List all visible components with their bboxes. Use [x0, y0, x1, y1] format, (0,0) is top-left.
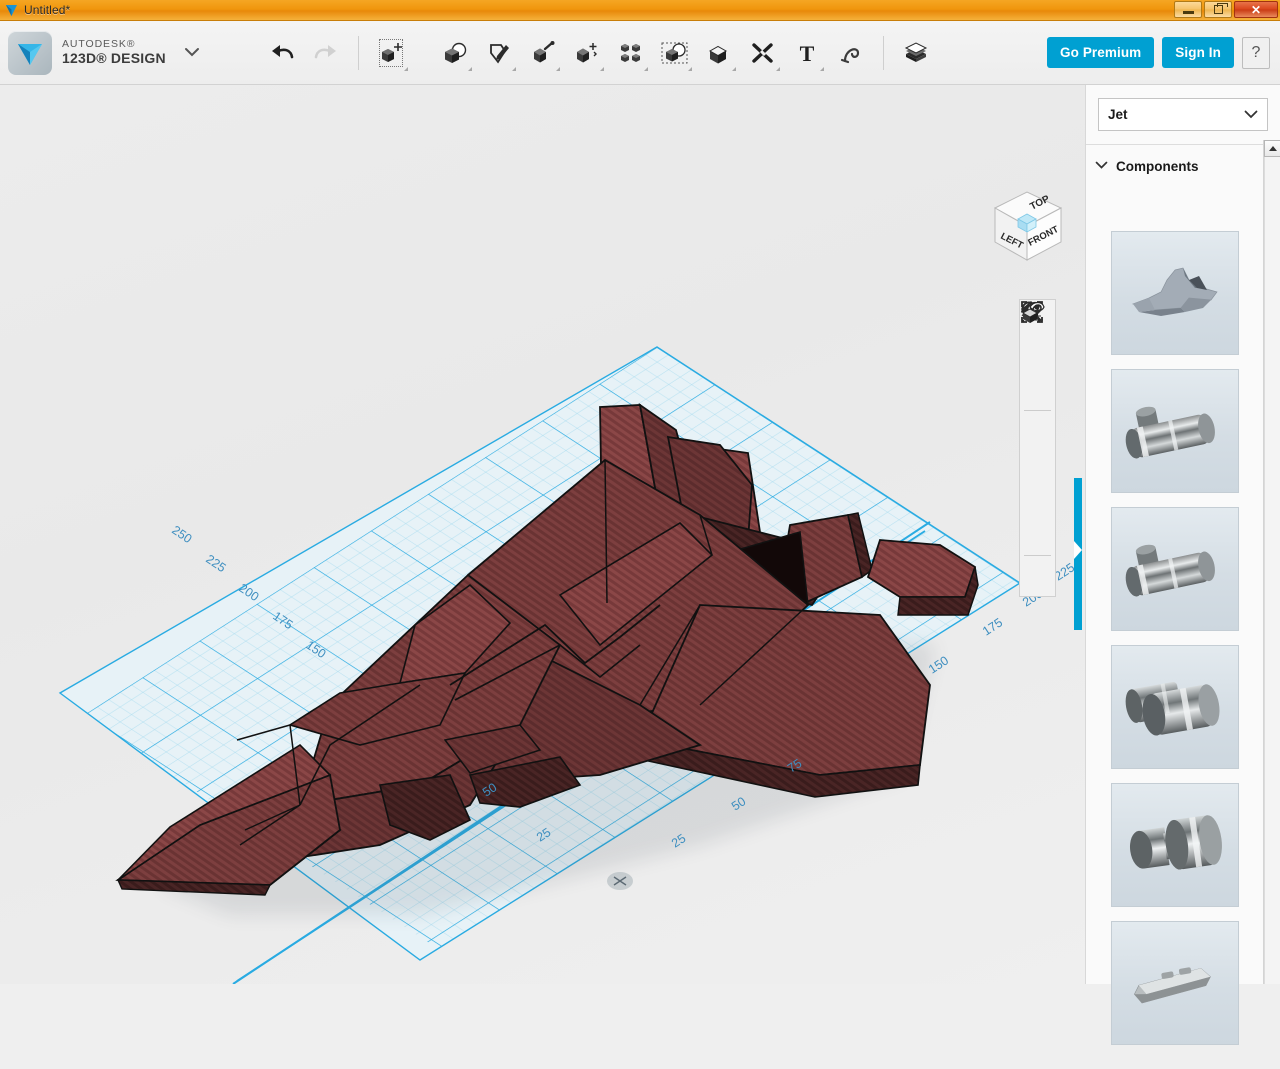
tool-primitives[interactable]	[433, 29, 477, 77]
chevron-down-icon	[511, 66, 516, 71]
component-thumbnail-engine-pod-1[interactable]	[1111, 369, 1239, 493]
brand-text: AUTODESK® 123D® DESIGN	[62, 38, 166, 66]
chevron-down-icon	[555, 66, 560, 71]
project-name: Jet	[1108, 107, 1128, 122]
scrollbar-track[interactable]	[1264, 157, 1280, 984]
component-thumbnail-pylon-plate[interactable]	[1111, 921, 1239, 1045]
shading-icon[interactable]	[1020, 301, 1055, 483]
chevron-down-icon	[403, 66, 408, 71]
orbit-tool-icon[interactable]	[1020, 302, 1055, 373]
viewport-scene: 250 225 200 175 150 50 25 25 50 75 150 1…	[58, 346, 1077, 984]
origin-icon	[607, 872, 633, 890]
app-logo-icon	[5, 4, 18, 17]
fit-view-icon[interactable]	[1020, 301, 1055, 448]
scroll-up-button[interactable]	[1264, 140, 1280, 157]
sign-in-button[interactable]: Sign In	[1162, 37, 1234, 68]
chevron-down-icon[interactable]	[1095, 157, 1108, 175]
redo-button[interactable]	[304, 29, 348, 77]
close-button[interactable]: ✕	[1234, 1, 1278, 18]
tool-text[interactable]: T	[785, 29, 829, 77]
minimize-button[interactable]	[1174, 1, 1202, 18]
go-premium-button[interactable]: Go Premium	[1047, 37, 1155, 68]
tool-materials[interactable]	[894, 29, 938, 77]
components-list[interactable]	[1086, 231, 1264, 1069]
panel-scrollbar[interactable]	[1263, 140, 1280, 984]
components-header[interactable]: Components	[1086, 145, 1280, 185]
chevron-down-icon	[687, 66, 692, 71]
tool-combine[interactable]	[697, 29, 741, 77]
tool-modify[interactable]	[565, 29, 609, 77]
tool-sketch[interactable]	[477, 29, 521, 77]
tool-divider-2	[1024, 555, 1051, 556]
window-title: Untitled*	[24, 3, 71, 17]
tool-transform[interactable]	[369, 29, 413, 77]
chevron-down-icon	[775, 66, 780, 71]
project-selector-row: Jet	[1086, 85, 1280, 144]
grid-snap-icon[interactable]	[1020, 301, 1055, 553]
components-label: Components	[1116, 158, 1199, 174]
tool-divider	[1024, 410, 1051, 411]
tool-construct[interactable]	[521, 29, 565, 77]
window-controls: ✕	[1174, 1, 1278, 18]
visibility-eye-icon[interactable]	[1020, 304, 1055, 518]
component-thumbnail-engine-pod-2[interactable]	[1111, 507, 1239, 631]
svg-text:T: T	[799, 41, 814, 65]
chevron-down-icon	[819, 66, 824, 71]
chevron-down-icon	[643, 66, 648, 71]
project-select[interactable]: Jet	[1098, 98, 1268, 131]
tool-pattern[interactable]	[609, 29, 653, 77]
right-panel: Jet Components	[1085, 85, 1280, 1045]
chevron-down-icon	[731, 66, 736, 71]
chevron-down-icon	[467, 66, 472, 71]
svg-text:225: 225	[203, 552, 228, 575]
help-button[interactable]: ?	[1242, 36, 1270, 69]
restore-button[interactable]	[1204, 1, 1232, 18]
account-buttons: Go Premium Sign In ?	[1047, 36, 1280, 69]
view-tools-palette	[1019, 299, 1056, 597]
chevron-down-icon	[1244, 106, 1258, 124]
material-drop-icon[interactable]	[1020, 304, 1055, 593]
autodesk-logo-icon	[8, 30, 52, 75]
zoom-tool-icon[interactable]	[1020, 301, 1055, 408]
chevron-down-icon[interactable]	[184, 44, 200, 62]
component-thumbnail-nozzle-cone[interactable]	[1111, 783, 1239, 907]
brand-line-1: AUTODESK®	[62, 38, 136, 51]
jet-thumb-icon	[1131, 267, 1218, 316]
view-cube[interactable]: TOP LEFT FRONT	[975, 180, 1075, 270]
undo-button[interactable]	[260, 29, 304, 77]
tool-grouping[interactable]	[653, 29, 697, 77]
component-thumbnail-jet[interactable]	[1111, 231, 1239, 355]
svg-text:250: 250	[169, 523, 194, 546]
3d-viewport[interactable]: 250 225 200 175 150 50 25 25 50 75 150 1…	[0, 85, 1085, 984]
tool-snap[interactable]	[829, 29, 873, 77]
chevron-down-icon	[599, 66, 604, 71]
toolbar-divider-2	[882, 35, 884, 70]
window-title-bar: Untitled* ✕	[0, 0, 1280, 21]
scroll-up-arrow-icon	[1268, 146, 1277, 151]
toolbar-divider	[357, 35, 359, 70]
component-thumbnail-twin-nozzle[interactable]	[1111, 645, 1239, 769]
application-toolbar: AUTODESK® 123D® DESIGN T Go Premium Sign…	[0, 21, 1280, 85]
tool-measure[interactable]	[741, 29, 785, 77]
panel-collapse-arrow-icon[interactable]	[1074, 541, 1082, 559]
svg-text:175: 175	[980, 615, 1005, 638]
brand-block: AUTODESK® 123D® DESIGN	[0, 30, 200, 75]
brand-line-2: 123D® DESIGN	[62, 49, 166, 66]
